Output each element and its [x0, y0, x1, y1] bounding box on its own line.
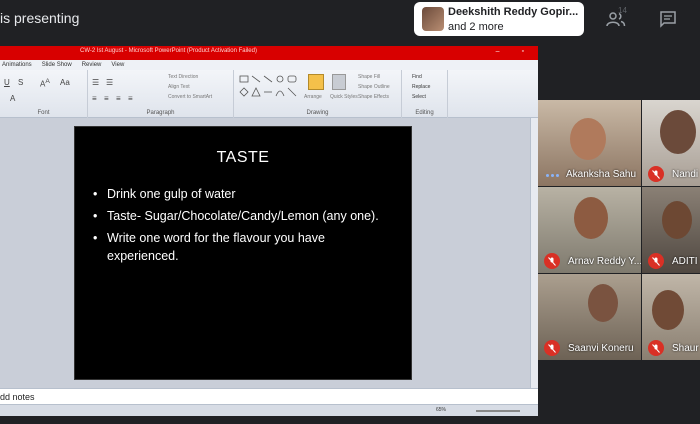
- presenting-label: is presenting: [0, 10, 80, 26]
- ribbon-tabs: Animations Slide Show Review View: [0, 60, 538, 70]
- participant-tile[interactable]: ADITI: [642, 187, 700, 273]
- participant-tile[interactable]: Arnav Reddy Y...: [538, 187, 641, 273]
- chat-icon: [660, 11, 676, 28]
- shape-outline-button[interactable]: Shape Outline: [358, 84, 390, 90]
- zoom-level: 65%: [436, 407, 447, 413]
- participant-video: [570, 118, 606, 160]
- arrange-icon[interactable]: [308, 74, 324, 90]
- participant-tile[interactable]: Nandi: [642, 100, 700, 186]
- paragraph-group: ☰ ☰ ≡ ≡ ≡ ≡ Text Direction Align Text Co…: [88, 70, 234, 118]
- select-button[interactable]: Select: [412, 94, 426, 100]
- text-direction-button[interactable]: Text Direction: [168, 74, 198, 80]
- powerpoint-title-bar: CW-2 Ist August - Microsoft PowerPoint (…: [0, 46, 538, 60]
- notes-placeholder: dd notes: [0, 392, 35, 402]
- notes-pane[interactable]: dd notes: [0, 388, 538, 404]
- align-center-icon[interactable]: ≡: [104, 94, 109, 103]
- slide-bullet: Taste- Sugar/Chocolate/Candy/Lemon (any …: [93, 207, 383, 225]
- find-button[interactable]: Find: [412, 74, 422, 80]
- align-left-icon[interactable]: ≡: [92, 94, 97, 103]
- justify-icon[interactable]: ≡: [128, 94, 133, 103]
- participant-name: Arnav Reddy Y...: [568, 256, 641, 267]
- drawing-group: Arrange Quick Styles Shape Fill Shape Ou…: [234, 70, 402, 118]
- slide-bullet: Drink one gulp of water: [93, 185, 383, 203]
- shape-effects-button[interactable]: Shape Effects: [358, 94, 389, 100]
- clear-format-icon[interactable]: Aa: [60, 78, 70, 87]
- mic-off-icon: [648, 166, 664, 182]
- slide-canvas: TASTE Drink one gulp of water Taste- Sug…: [0, 118, 538, 388]
- participant-video: [660, 110, 696, 154]
- align-right-icon[interactable]: ≡: [116, 94, 121, 103]
- zoom-slider[interactable]: [476, 410, 520, 412]
- convert-smartart-button[interactable]: Convert to SmartArt: [168, 94, 212, 100]
- tab-view[interactable]: View: [111, 62, 124, 68]
- mic-off-icon: [648, 253, 664, 269]
- participant-video: [588, 284, 618, 322]
- tab-slide-show[interactable]: Slide Show: [42, 62, 72, 68]
- shapes-gallery-icon[interactable]: [238, 74, 300, 100]
- font-color-icon[interactable]: A: [10, 94, 15, 103]
- align-text-button[interactable]: Align Text: [168, 84, 190, 90]
- meet-top-bar: is presenting Deekshith Reddy Gopir... a…: [0, 0, 700, 40]
- participant-tile[interactable]: Akanksha Sahu: [538, 100, 641, 186]
- font-size-icon[interactable]: AA: [40, 78, 50, 89]
- participant-name: Shaur: [672, 343, 699, 354]
- tab-review[interactable]: Review: [82, 62, 102, 68]
- participant-video: [574, 197, 608, 239]
- presenter-pill[interactable]: Deekshith Reddy Gopir... and 2 more: [414, 2, 584, 36]
- shared-powerpoint-window: CW-2 Ist August - Microsoft PowerPoint (…: [0, 46, 538, 416]
- current-slide[interactable]: TASTE Drink one gulp of water Taste- Sug…: [74, 126, 412, 380]
- participant-name: ADITI: [672, 256, 698, 267]
- numbering-icon[interactable]: ☰: [106, 78, 113, 87]
- presenter-avatar: [422, 7, 444, 31]
- participant-tile[interactable]: Saanvi Koneru: [538, 274, 641, 360]
- mic-off-icon: [544, 253, 560, 269]
- people-button[interactable]: 14: [596, 4, 636, 34]
- window-title: CW-2 Ist August - Microsoft PowerPoint (…: [80, 48, 257, 54]
- tab-animations[interactable]: Animations: [2, 62, 32, 68]
- presenter-more: and 2 more: [448, 21, 504, 33]
- shape-fill-button[interactable]: Shape Fill: [358, 74, 380, 80]
- vertical-scrollbar[interactable]: [530, 118, 538, 388]
- mic-off-icon: [648, 340, 664, 356]
- strikethrough-icon[interactable]: S: [18, 78, 23, 87]
- quick-styles-icon[interactable]: [332, 74, 346, 90]
- participant-name: Nandi: [672, 169, 699, 180]
- participant-name: Saanvi Koneru: [568, 343, 634, 354]
- replace-button[interactable]: Replace: [412, 84, 430, 90]
- ribbon: U S AA Aa A Font ☰ ☰ ≡ ≡ ≡ ≡ Text Direct…: [0, 70, 538, 118]
- paragraph-group-label: Paragraph: [146, 110, 175, 116]
- speaking-indicator-icon: [546, 174, 559, 177]
- participant-name: Akanksha Sahu: [566, 169, 637, 180]
- slide-bullets: Drink one gulp of water Taste- Sugar/Cho…: [93, 185, 383, 269]
- slide-bullet: Write one word for the flavour you have …: [93, 229, 383, 265]
- presenter-name: Deekshith Reddy Gopir...: [448, 6, 579, 18]
- font-group-label: Font: [37, 110, 50, 116]
- people-count-badge: 14: [618, 6, 627, 15]
- window-controls[interactable]: – ▫: [496, 48, 534, 55]
- drawing-group-label: Drawing: [306, 110, 329, 116]
- participant-tile[interactable]: Shaur: [642, 274, 700, 360]
- bullets-icon[interactable]: ☰: [92, 78, 99, 87]
- chat-button[interactable]: [648, 4, 688, 34]
- arrange-button[interactable]: Arrange: [304, 94, 322, 100]
- participant-video: [662, 201, 692, 239]
- quick-styles-button[interactable]: Quick Styles: [330, 94, 358, 100]
- slide-title: TASTE: [216, 149, 270, 166]
- mic-off-icon: [544, 340, 560, 356]
- editing-group: Find Replace Select Editing: [402, 70, 448, 118]
- status-bar: 65%: [0, 404, 538, 416]
- editing-group-label: Editing: [415, 110, 434, 116]
- underline-icon[interactable]: U: [4, 78, 10, 87]
- participant-video: [652, 290, 684, 330]
- font-group: U S AA Aa A Font: [0, 70, 88, 118]
